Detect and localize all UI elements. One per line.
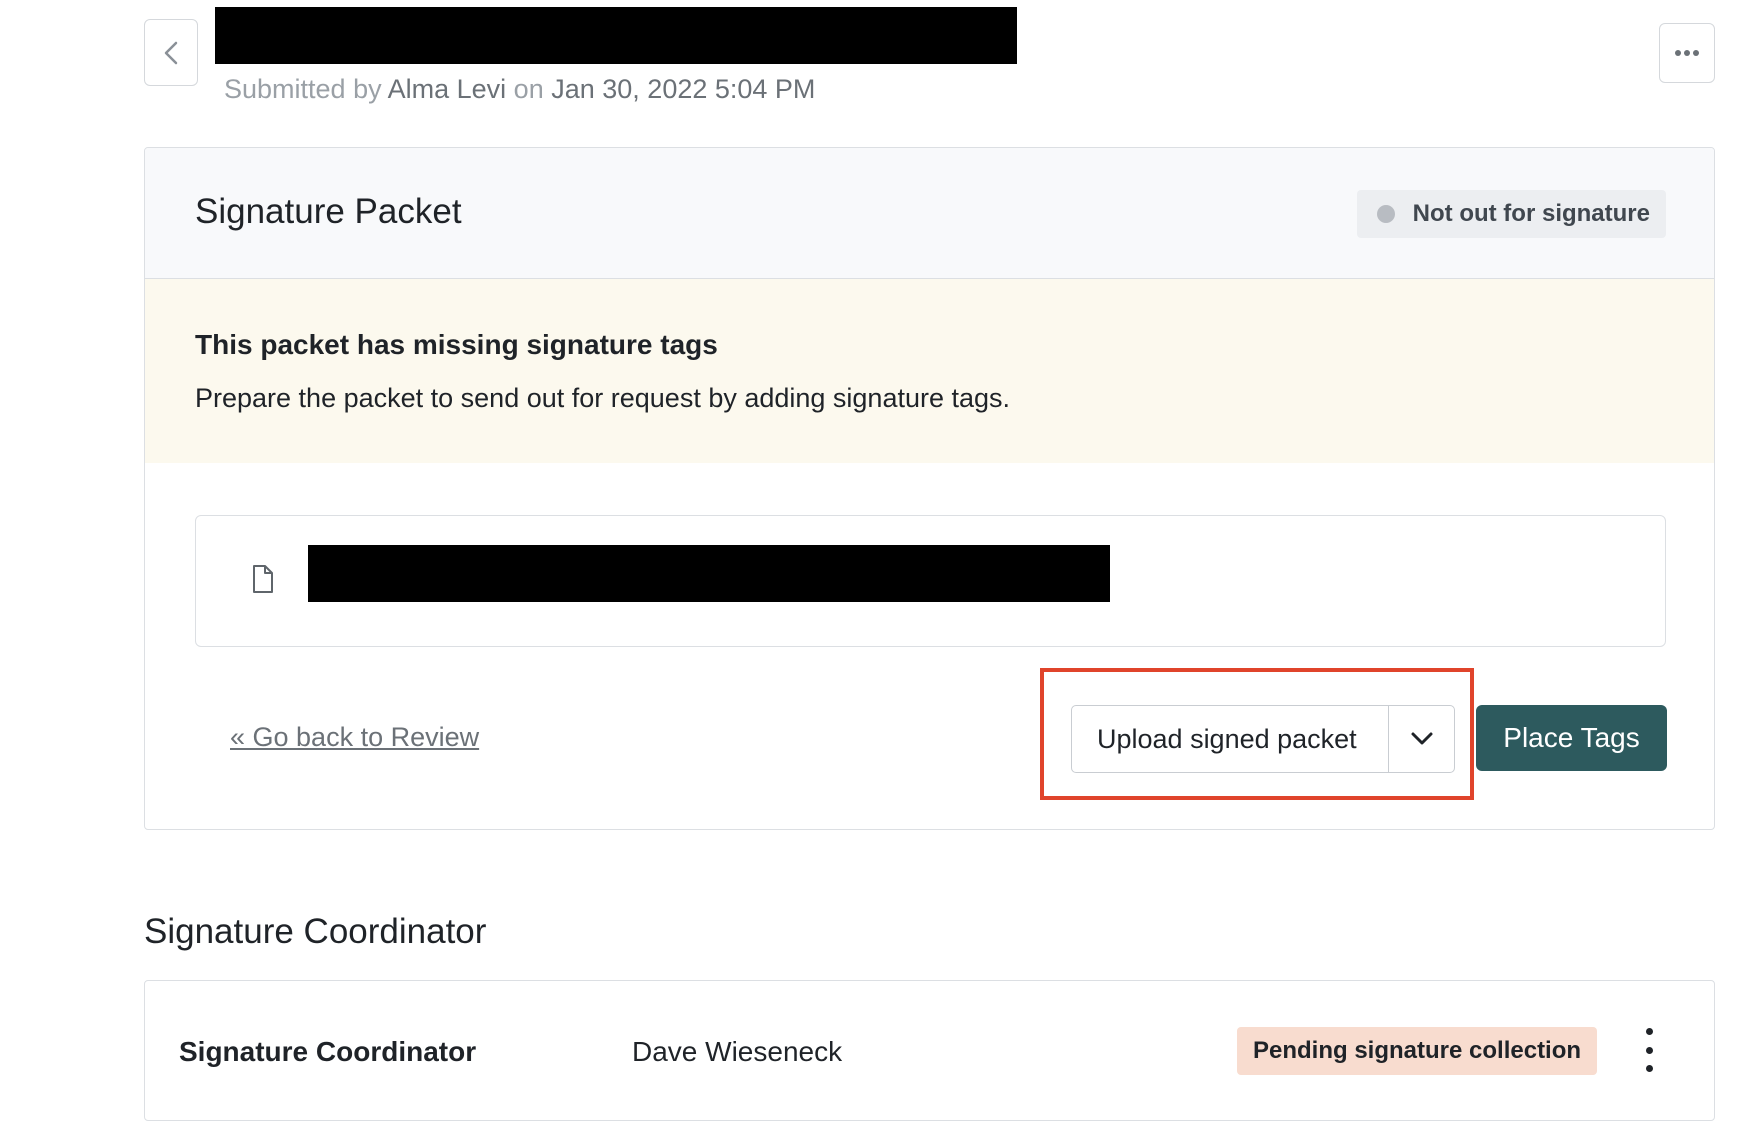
status-text: Not out for signature — [1412, 200, 1650, 227]
upload-signed-packet-button[interactable]: Upload signed packet — [1072, 706, 1388, 772]
coordinator-role-label: Signature Coordinator — [179, 1036, 477, 1067]
alert-message: Prepare the packet to send out for reque… — [195, 383, 1011, 413]
alert-title: This packet has missing signature tags — [195, 329, 718, 360]
packet-title: Signature Packet — [195, 192, 462, 231]
submitter-name: Alma Levi — [387, 74, 507, 104]
status-badge: Not out for signature — [1356, 190, 1666, 238]
status-dot-icon — [1376, 205, 1395, 223]
go-back-to-review-link[interactable]: « Go back to Review — [230, 722, 479, 753]
kebab-dot — [1645, 1065, 1653, 1072]
coordinator-section-title: Signature Coordinator — [144, 912, 487, 951]
coordinator-name: Dave Wieseneck — [632, 1036, 843, 1067]
packet-file-row[interactable] — [195, 515, 1666, 647]
upload-signed-packet-split-button[interactable]: Upload signed packet — [1071, 705, 1455, 773]
kebab-dot — [1645, 1028, 1653, 1035]
submitted-info: Submitted by Alma Levi on Jan 30, 2022 5… — [224, 74, 815, 105]
redacted-title — [215, 7, 1017, 64]
submitted-date: Jan 30, 2022 5:04 PM — [551, 74, 816, 104]
redacted-file-name — [308, 545, 1110, 602]
submitted-on: on — [513, 74, 544, 104]
coordinator-card: Signature Coordinator Dave Wieseneck Pen… — [144, 980, 1715, 1121]
missing-tags-alert: This packet has missing signature tags P… — [145, 279, 1714, 463]
more-actions-button[interactable] — [1659, 23, 1715, 83]
packet-header: Signature Packet Not out for signature — [145, 148, 1714, 279]
kebab-menu-icon[interactable] — [1639, 1028, 1659, 1072]
kebab-dot — [1645, 1046, 1653, 1054]
document-icon — [253, 565, 273, 593]
place-tags-button[interactable]: Place Tags — [1476, 705, 1667, 771]
upload-options-toggle[interactable] — [1388, 706, 1454, 772]
signature-packet-card: Signature Packet Not out for signature T… — [144, 147, 1715, 830]
chevron-left-icon — [164, 41, 178, 64]
back-button[interactable] — [144, 19, 198, 86]
submitted-prefix: Submitted by — [224, 74, 382, 104]
pending-status-badge: Pending signature collection — [1237, 1027, 1598, 1075]
ellipsis-icon — [1675, 50, 1699, 56]
chevron-down-icon — [1411, 732, 1432, 745]
page: Submitted by Alma Levi on Jan 30, 2022 5… — [0, 0, 1750, 1146]
